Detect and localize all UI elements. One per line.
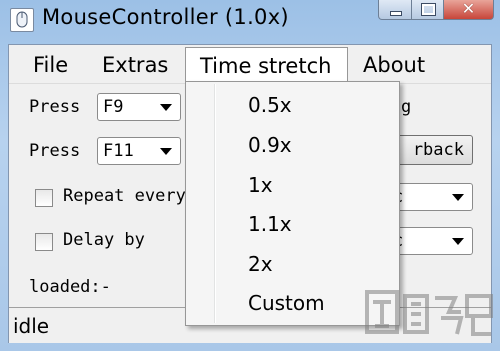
mouse-icon: [10, 8, 34, 32]
repeat-interval-select[interactable]: c: [389, 183, 473, 211]
hotkey-select-2[interactable]: F11: [97, 137, 181, 165]
menu-file[interactable]: File: [33, 53, 68, 77]
press-label-1: Press: [29, 97, 81, 117]
delay-label: Delay by: [63, 230, 145, 250]
window-title: MouseController (1.0x): [42, 5, 289, 29]
loaded-status: loaded:-: [29, 277, 111, 297]
menu-about[interactable]: About: [363, 53, 425, 77]
chevron-down-icon: [452, 238, 464, 245]
menu-extras[interactable]: Extras: [102, 53, 168, 77]
repeat-label: Repeat every: [63, 186, 186, 206]
status-text: idle: [13, 314, 50, 338]
title-bar[interactable]: MouseController (1.0x) ✕: [0, 0, 500, 44]
delay-select[interactable]: c: [389, 227, 473, 255]
chevron-down-icon: [452, 194, 464, 201]
maximize-button[interactable]: [412, 0, 444, 20]
menu-time-stretch[interactable]: Time stretch: [185, 47, 349, 83]
menu-item-custom[interactable]: Custom: [248, 291, 325, 315]
repeat-checkbox[interactable]: [35, 189, 53, 207]
menu-item-1x[interactable]: 1x: [248, 173, 273, 197]
hotkey-value-2: F11: [103, 141, 134, 161]
menu-item-0-5x[interactable]: 0.5x: [248, 93, 292, 117]
watermark-logo: [365, 290, 493, 336]
playback-button-label: rback: [412, 140, 464, 160]
menu-item-0-9x[interactable]: 0.9x: [248, 133, 292, 157]
menu-item-1-1x[interactable]: 1.1x: [248, 212, 292, 236]
menu-bar: File Extras Time stretch About: [9, 45, 491, 84]
window-controls: ✕: [378, 0, 494, 22]
chevron-down-icon: [160, 104, 172, 111]
hotkey-value-1: F9: [103, 97, 124, 117]
hotkey-select-1[interactable]: F9: [97, 93, 181, 121]
minimize-button[interactable]: [378, 0, 412, 20]
menu-gutter: [214, 84, 216, 323]
app-window: MouseController (1.0x) ✕ File Extras Tim…: [0, 0, 500, 351]
chevron-down-icon: [160, 148, 172, 155]
menu-item-2x[interactable]: 2x: [248, 252, 273, 276]
record-label-fragment: g: [401, 97, 412, 117]
delay-checkbox[interactable]: [35, 233, 53, 251]
close-button[interactable]: ✕: [444, 0, 494, 20]
press-label-2: Press: [29, 141, 81, 161]
close-icon: ✕: [461, 0, 476, 18]
